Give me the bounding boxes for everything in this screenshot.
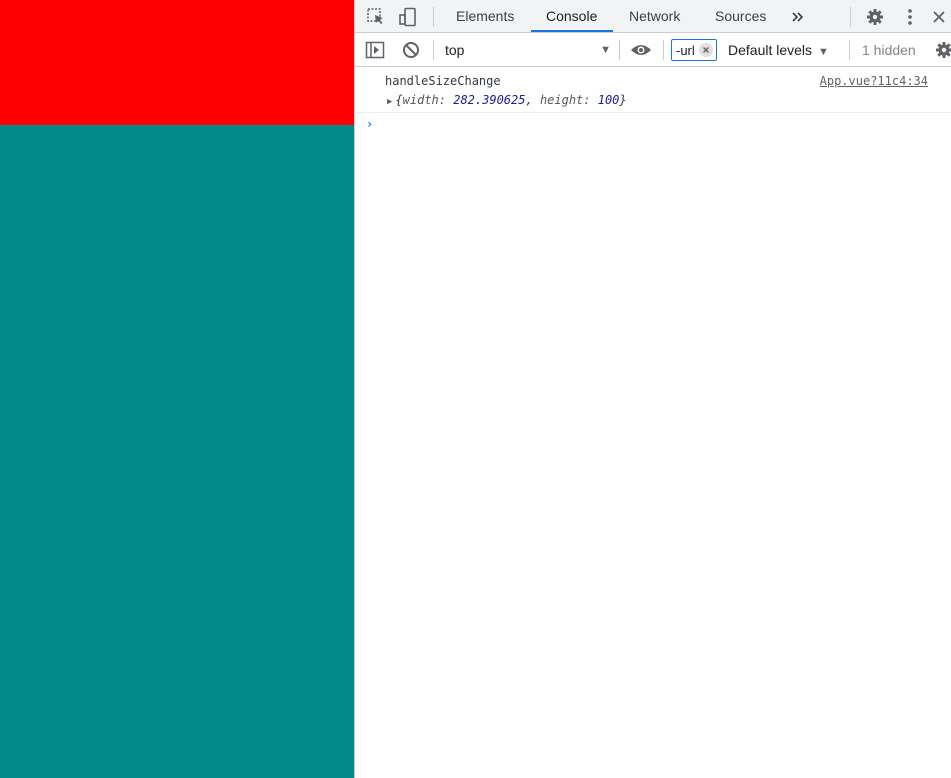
log-levels-dropdown[interactable]: Default levels ▼ [728,39,829,61]
active-tab-indicator [531,30,613,32]
object-value-width: 282.390625 [453,93,526,107]
context-caret-icon: ▼ [600,44,611,56]
console-prompt-icon[interactable]: › [366,117,373,131]
object-separator: , [525,93,540,107]
clear-filter-icon[interactable] [699,43,713,57]
log-levels-label: Default levels [728,42,813,58]
console-output: handleSizeChange App.vue?11c4:34 ▶ {width… [355,67,951,778]
levels-caret-icon: ▼ [818,46,829,58]
console-toolbar: top ▼ Default levels ▼ 1 hidden [355,33,951,67]
more-tabs-chevron-icon[interactable] [788,7,808,27]
toolbar-separator-2 [619,40,620,60]
inspect-element-icon[interactable] [365,6,387,28]
devtools-panel: Elements Console Network Sources top ▼ -… [355,0,951,778]
object-key-height: height: [539,93,598,107]
filter-input-box [671,39,717,61]
device-toolbar-icon[interactable] [397,6,419,28]
show-sidebar-icon[interactable] [364,39,386,61]
object-key-width: width: [402,93,454,107]
devtools-tabbar: Elements Console Network Sources [355,0,951,33]
page-bottom-teal-panel [0,125,354,778]
console-message-source-link[interactable]: App.vue?11c4:34 [820,74,928,88]
settings-gear-icon[interactable] [864,6,886,28]
expand-triangle-icon[interactable]: ▶ [387,97,392,107]
console-message: handleSizeChange App.vue?11c4:34 ▶ {width… [355,67,951,113]
tabbar-separator [433,7,434,27]
more-options-kebab-icon[interactable] [900,6,920,28]
tabbar-separator-right [850,7,851,27]
live-expression-eye-icon[interactable] [629,40,653,60]
toolbar-separator-3 [663,40,664,60]
tab-sources[interactable]: Sources [713,0,768,32]
toolbar-separator-4 [849,40,850,60]
tab-console[interactable]: Console [544,0,599,32]
object-value-height: 100 [597,93,620,107]
console-message-text: handleSizeChange [385,74,501,88]
tab-elements[interactable]: Elements [454,0,516,32]
context-selector-value: top [445,42,465,58]
object-brace-open: { [395,93,403,107]
toolbar-separator [433,40,434,60]
console-settings-gear-icon[interactable] [933,39,951,61]
hidden-messages-count: 1 hidden [862,42,916,58]
tab-network[interactable]: Network [627,0,682,32]
console-object-preview[interactable]: ▶ {width: 282.390625, height: 100} [387,93,627,107]
clear-console-icon[interactable] [401,40,421,60]
context-selector[interactable]: top ▼ [445,39,611,61]
close-devtools-icon[interactable] [929,6,949,28]
object-brace-close: } [619,93,627,107]
page-top-red-panel [0,0,354,125]
